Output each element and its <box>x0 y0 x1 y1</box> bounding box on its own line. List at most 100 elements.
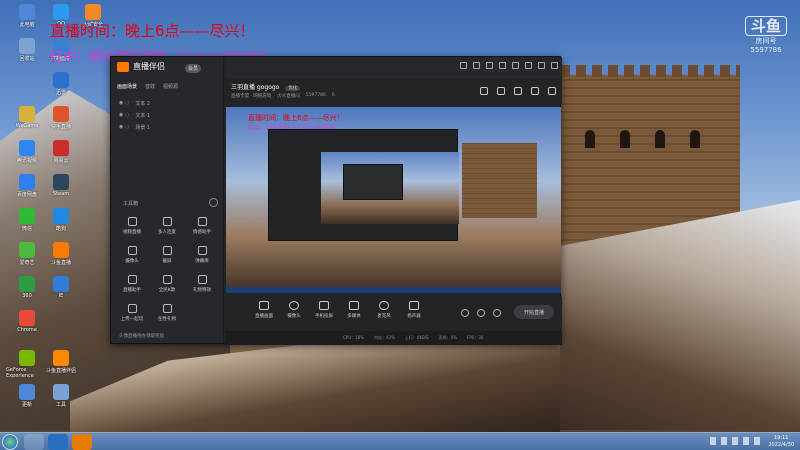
skin-icon[interactable] <box>499 62 506 69</box>
desktop-icon[interactable]: 工具 <box>40 384 82 408</box>
room-title: 三羽直播 gogogo 优化 <box>231 82 301 91</box>
settings-gear-icon[interactable] <box>477 309 485 317</box>
app-icon <box>19 4 35 20</box>
menu-icon[interactable] <box>512 62 519 69</box>
desktop-icon[interactable]: IE <box>40 276 82 299</box>
desktop-icon-label: 快手直播 <box>50 124 71 130</box>
tray-icon[interactable] <box>743 437 749 445</box>
overlay-stream-time: 直播时间：晚上6点——尽兴！ <box>50 22 255 40</box>
scene-item[interactable]: ◉ ◌ 文本 2 <box>119 97 150 109</box>
tool-label: 摄像头 <box>125 259 139 264</box>
desktop-icon-label: 微信 <box>21 226 32 232</box>
speaker-button[interactable]: 扬声器 <box>399 301 429 319</box>
tool-button[interactable]: 情感助手 <box>185 210 219 242</box>
close-icon[interactable] <box>551 62 558 69</box>
app-logo: 直播伴侣 <box>117 61 165 72</box>
start-live-button[interactable]: 开始直播 <box>514 305 554 319</box>
tool-button[interactable]: 任性礼物 <box>150 297 184 329</box>
tool-button[interactable]: 多人连麦 <box>150 210 184 242</box>
live-preview[interactable]: 直播时间：晚上6点——尽兴！ 红中：陪玩陪聊 +V mysl66666 <box>226 107 561 293</box>
screen-capture-button[interactable]: 直播画面 <box>249 301 279 319</box>
tool-icon <box>127 217 137 226</box>
desktop-icon[interactable]: 网易云 <box>40 140 82 164</box>
desktop-icon[interactable]: 快手直播 <box>40 106 82 130</box>
preview-great-wall <box>462 143 537 218</box>
microphone-button[interactable]: 麦克风 <box>369 301 399 319</box>
tool-button[interactable]: 全民K歌 <box>150 268 184 300</box>
app-icon <box>85 4 101 20</box>
camera-button[interactable]: 摄像头 <box>279 301 309 319</box>
vip-badge[interactable]: 会员 <box>185 64 202 73</box>
desktop-icon[interactable]: 酷狗 <box>40 208 82 232</box>
tool-button[interactable]: 视频直播 <box>115 210 149 242</box>
start-button[interactable] <box>2 434 18 450</box>
share-icon[interactable] <box>548 87 556 95</box>
taskbar-app-douyu[interactable] <box>72 434 92 450</box>
tool-button[interactable]: 截屏 <box>150 239 184 271</box>
app-sidebar: 直播伴侣 会员 画面场景 音效 视频源 ◉ ◌ 文本 2 ◉ ◌ 文本 1 ◉ … <box>111 57 224 343</box>
room-tag[interactable]: 优化 <box>285 86 301 91</box>
desktop-icon[interactable]: 斗鱼直播 <box>40 242 82 266</box>
settings-icon[interactable] <box>486 62 493 69</box>
scene-item[interactable]: ◉ ◌ 场景 1 <box>119 121 150 133</box>
desktop-icon[interactable]: Chrome <box>6 310 48 333</box>
tab-scenes[interactable]: 画面场景 <box>117 83 137 90</box>
window-controls <box>460 62 558 69</box>
tray-icon[interactable] <box>710 437 716 445</box>
message-icon[interactable] <box>473 62 480 69</box>
scene-item[interactable]: ◉ ◌ 文本 1 <box>119 109 150 121</box>
tray-icon[interactable] <box>754 437 760 445</box>
taskbar-app-ie[interactable] <box>24 434 44 450</box>
tool-button[interactable]: 弹幕库 <box>185 239 219 271</box>
tool-icon <box>197 246 207 255</box>
maximize-icon[interactable] <box>538 62 545 69</box>
preview-nested-screen <box>321 152 459 224</box>
avatar-icon[interactable] <box>460 62 467 69</box>
phone-cast-button[interactable]: 手机投屏 <box>309 301 339 319</box>
brand-room-id: 5597786 <box>750 46 782 54</box>
scene-list: ◉ ◌ 文本 2 ◉ ◌ 文本 1 ◉ ◌ 场景 1 <box>119 97 150 133</box>
taskbar-clock[interactable]: 19:11 2022/4/30 <box>768 435 794 449</box>
sidebar-footer[interactable]: 头像直播待办领取奖励 <box>119 333 164 339</box>
record-toggle-icon[interactable] <box>461 309 469 317</box>
minimize-icon[interactable] <box>525 62 532 69</box>
app-icon <box>19 140 35 156</box>
tray-icon[interactable] <box>732 437 738 445</box>
tool-button[interactable]: 直播助手 <box>115 268 149 300</box>
desktop-icon-label: Steam <box>52 191 70 197</box>
desktop-icon-label: 360 <box>22 293 32 299</box>
tool-icon <box>162 275 172 284</box>
toolbox-collapse-icon[interactable] <box>209 198 218 207</box>
record-icon[interactable] <box>514 87 522 95</box>
tool-label: 截屏 <box>162 259 172 264</box>
tool-icon <box>127 246 137 255</box>
desktop-icon[interactable]: Steam <box>40 174 82 197</box>
taskbar-app-kugou[interactable] <box>48 434 68 450</box>
tool-label: 直播助手 <box>123 288 141 293</box>
tool-icon <box>162 304 172 313</box>
notify-icon[interactable] <box>531 87 539 95</box>
app-header <box>225 57 562 79</box>
tray-icon[interactable] <box>721 437 727 445</box>
desktop-icon-label: 回收站 <box>19 56 35 62</box>
media-button[interactable]: 多媒体 <box>339 301 369 319</box>
tool-button[interactable]: 摄像头 <box>115 239 149 271</box>
desktop-icon-label: 迅雷 <box>55 90 66 96</box>
shop-icon[interactable] <box>497 87 505 95</box>
tool-button[interactable]: 上传一起玩 <box>115 297 149 329</box>
room-meta: 直播卡盟 · 网络游戏 大众直播间 5597786 6 <box>231 93 335 99</box>
tab-sources[interactable]: 视频源 <box>163 83 178 90</box>
tool-icon <box>162 217 172 226</box>
tool-button[interactable]: 礼物特效 <box>185 268 219 300</box>
desktop-icon[interactable]: 斗鱼直播伴侣 <box>40 350 82 374</box>
more-icon[interactable] <box>493 309 501 317</box>
app-icon <box>19 38 35 54</box>
gift-icon[interactable] <box>480 87 488 95</box>
tab-audio[interactable]: 音效 <box>145 83 155 90</box>
app-icon <box>19 276 35 292</box>
desktop-icon-label: 更新 <box>21 402 32 408</box>
system-tray <box>710 437 760 445</box>
tool-icon <box>127 275 137 284</box>
desktop-icons: 此电脑 QQ 火绒安全 回收站 控制面板 迅雷 WeGame 快手直播 腾讯视频 网易云 百度网盘 S… <box>2 2 103 422</box>
desktop-icon[interactable]: 迅雷 <box>40 72 82 96</box>
